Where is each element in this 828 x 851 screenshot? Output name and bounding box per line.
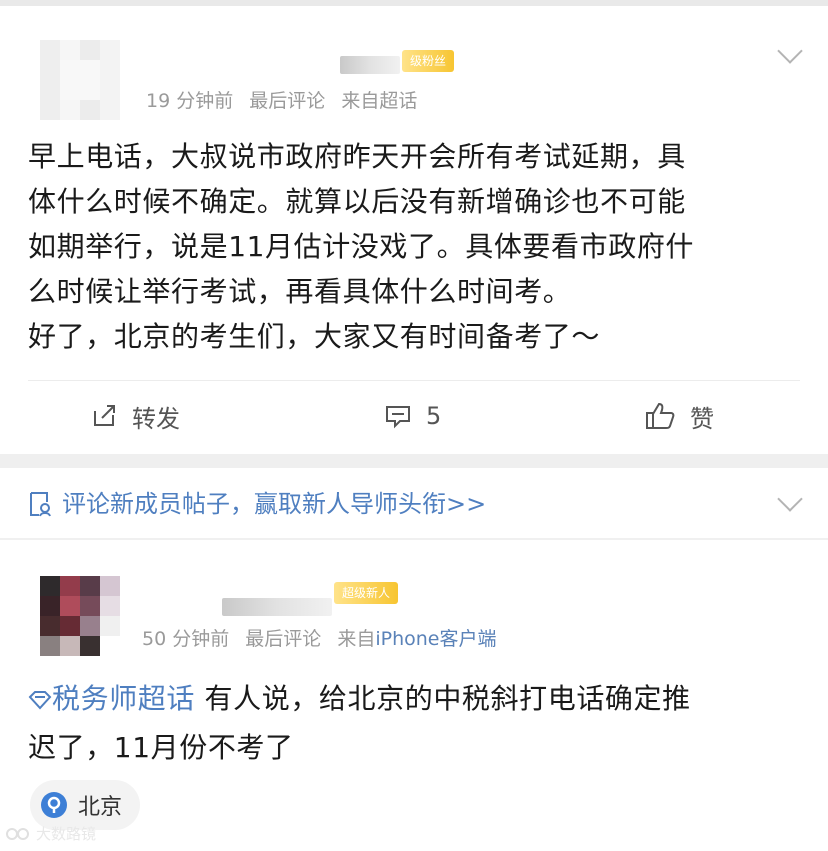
avatar[interactable] (40, 576, 120, 656)
post-body-line: 体什么时候不确定。就算以后没有新增确诊也不可能 (28, 185, 686, 218)
post-card-2: 超级新人 50 分钟前 最后评论 来自iPhone客户端 税务师超话 有人说，给… (0, 540, 828, 851)
post-time: 19 分钟前 (146, 90, 234, 112)
post-source-client[interactable]: iPhone客户端 (375, 628, 496, 650)
section-gap (0, 454, 828, 468)
divider (28, 380, 800, 381)
username-blurred[interactable] (222, 598, 332, 616)
chevron-down-icon[interactable] (777, 38, 803, 64)
last-comment-label: 最后评论 (249, 90, 326, 112)
post-body-line: 早上电话，大叔说市政府昨天开会所有考试延期，具 (28, 140, 686, 173)
promo-banner[interactable]: 评论新成员帖子，赢取新人导师头衔>> (0, 468, 828, 538)
post-meta: 19 分钟前 最后评论 来自超话 (146, 86, 417, 113)
share-icon (94, 405, 115, 426)
last-comment-label: 最后评论 (245, 628, 322, 650)
watermark-text: 大数路镜 (36, 825, 97, 843)
comment-icon (386, 406, 410, 429)
post-body-line: 如期举行，说是11月估计没戏了。具体要看市政府什 (28, 230, 695, 263)
location-label: 北京 (78, 795, 123, 820)
repost-button[interactable]: 转发 (90, 396, 180, 436)
comment-count: 5 (426, 402, 442, 430)
topic-link[interactable]: 税务师超话 (52, 682, 195, 715)
post-body-line: 么时候让举行考试，再看具体什么时间考。 (28, 275, 572, 308)
watermark-logo-icon (6, 827, 29, 840)
post-doc-icon (30, 492, 51, 517)
thumbs-up-icon (646, 402, 675, 429)
banner-text[interactable]: 评论新成员帖子，赢取新人导师头衔>> (62, 484, 486, 519)
like-label: 赞 (690, 404, 714, 433)
post-body-line: 有人说，给北京的中税斜打电话确定推 (195, 682, 691, 715)
like-button[interactable]: 赞 (644, 396, 714, 436)
avatar[interactable] (40, 40, 120, 120)
level-badge: 超级新人 (334, 582, 399, 604)
post-body: 早上电话，大叔说市政府昨天开会所有考试延期，具 体什么时候不确定。就算以后没有新… (28, 134, 808, 359)
comment-button[interactable]: 5 (384, 396, 441, 436)
post-time: 50 分钟前 (142, 628, 230, 650)
location-pin-icon (41, 792, 67, 818)
post-meta: 50 分钟前 最后评论 来自iPhone客户端 (142, 624, 496, 651)
chevron-down-icon[interactable] (777, 486, 803, 512)
diamond-icon (28, 691, 52, 710)
level-badge: 级粉丝 (402, 50, 455, 72)
post-body: 税务师超话 有人说，给北京的中税斜打电话确定推 迟了，11月份不考了 (28, 674, 808, 772)
post-body-line: 迟了，11月份不考了 (28, 731, 294, 764)
repost-label: 转发 (132, 404, 180, 433)
post-body-line: 好了，北京的考生们，大家又有时间备考了～ (28, 320, 601, 353)
post-card-1: 级粉丝 19 分钟前 最后评论 来自超话 早上电话，大叔说市政府昨天开会所有考试… (0, 6, 828, 454)
watermark: 大数路镜 (6, 823, 96, 844)
post-source-prefix: 来自 (337, 628, 376, 650)
post-source[interactable]: 来自超话 (341, 90, 417, 112)
username-blurred[interactable] (340, 56, 400, 74)
